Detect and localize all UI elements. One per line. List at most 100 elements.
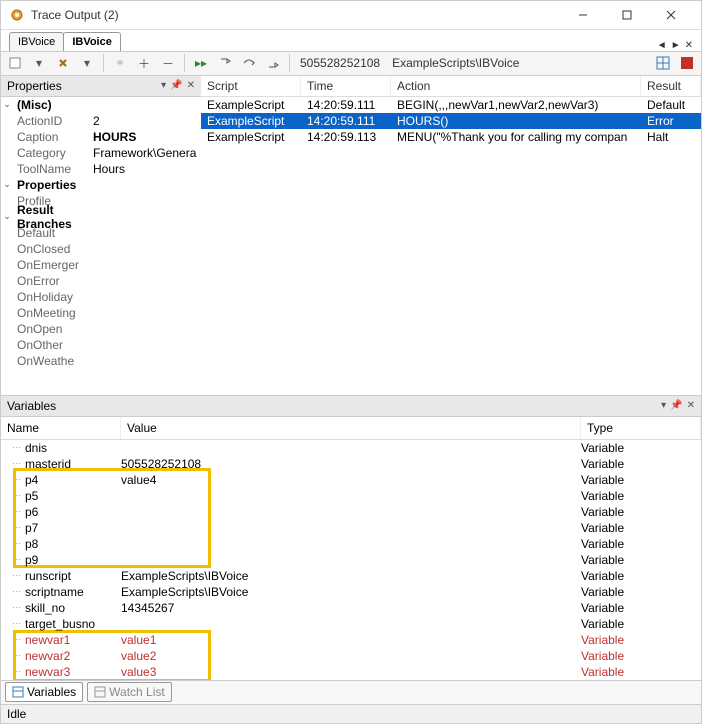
trace-time: 14:20:59.113	[301, 130, 391, 144]
variables-header: Variables ▾ 📌 ✕	[1, 396, 701, 417]
col-type[interactable]: Type	[581, 417, 701, 439]
tab-nav-right-icon[interactable]: ►	[671, 40, 681, 51]
trace-result: Default	[641, 98, 701, 112]
variables-columns: Name Value Type	[1, 417, 701, 440]
expand-icon[interactable]: ⌄	[1, 179, 13, 190]
property-row[interactable]: ToolNameHours	[1, 161, 201, 177]
col-action[interactable]: Action	[391, 76, 641, 96]
panel-close-icon[interactable]: ✕	[687, 400, 695, 411]
trace-script: ExampleScript	[201, 114, 301, 128]
col-time[interactable]: Time	[301, 76, 391, 96]
new-icon[interactable]	[5, 53, 25, 73]
property-row[interactable]: OnWeathe	[1, 353, 201, 369]
tab-watch-list[interactable]: Watch List	[87, 682, 172, 702]
trace-action: MENU("%Thank you for calling my compan	[391, 130, 641, 144]
panel-dropdown-icon[interactable]: ▾	[161, 80, 166, 91]
property-key: OnHoliday	[13, 290, 93, 304]
trace-row[interactable]: ExampleScript14:20:59.111BEGIN(,,,newVar…	[201, 97, 701, 113]
variable-value: value1	[121, 633, 581, 647]
variable-row[interactable]: ⋯p5Variable	[1, 488, 701, 504]
tab-close-icon[interactable]: ✕	[685, 40, 693, 51]
pin-icon[interactable]: 📌	[670, 400, 682, 411]
step-out-icon[interactable]	[263, 53, 283, 73]
variable-row[interactable]: ⋯p4value4Variable	[1, 472, 701, 488]
property-row[interactable]: OnClosed	[1, 241, 201, 257]
variable-name: p4	[25, 473, 121, 487]
dropdown-icon[interactable]: ▾	[29, 53, 49, 73]
variable-row[interactable]: ⋯skill_no14345267Variable	[1, 600, 701, 616]
close-button[interactable]	[649, 1, 693, 29]
col-name[interactable]: Name	[1, 417, 121, 439]
variable-row[interactable]: ⋯p7Variable	[1, 520, 701, 536]
toolbar-separator	[184, 54, 185, 72]
property-row[interactable]: CategoryFramework\Genera	[1, 145, 201, 161]
trace-path: ExampleScripts\IBVoice	[388, 56, 523, 70]
step-into-icon[interactable]	[215, 53, 235, 73]
trace-row[interactable]: ExampleScript14:20:59.111HOURS()Error	[201, 113, 701, 129]
variable-row[interactable]: ⋯p6Variable	[1, 504, 701, 520]
col-value[interactable]: Value	[121, 417, 581, 439]
maximize-button[interactable]	[605, 1, 649, 29]
property-row[interactable]: OnHoliday	[1, 289, 201, 305]
minimize-button[interactable]	[561, 1, 605, 29]
property-row[interactable]: ActionID2	[1, 113, 201, 129]
property-row[interactable]: OnOther	[1, 337, 201, 353]
col-script[interactable]: Script	[201, 76, 301, 96]
tree-connector: ⋯	[1, 474, 25, 485]
tab-ibvoice-2[interactable]: IBVoice	[63, 32, 121, 51]
tree-connector: ⋯	[1, 570, 25, 581]
property-row[interactable]: Default	[1, 225, 201, 241]
tree-connector: ⋯	[1, 586, 25, 597]
variables-body[interactable]: ⋯dnisVariable⋯masterid505528252108Variab…	[1, 440, 701, 680]
property-row[interactable]: OnOpen	[1, 321, 201, 337]
variable-row[interactable]: ⋯scriptnameExampleScripts\IBVoiceVariabl…	[1, 584, 701, 600]
expand-icon[interactable]: ⌄	[1, 99, 13, 110]
dropdown2-icon[interactable]: ▾	[77, 53, 97, 73]
stop-button[interactable]	[677, 53, 697, 73]
variable-row[interactable]: ⋯newvar1value1Variable	[1, 632, 701, 648]
variable-row[interactable]: ⋯newvar2value2Variable	[1, 648, 701, 664]
properties-grid[interactable]: ⌄(Misc)ActionID2CaptionHOURSCategoryFram…	[1, 97, 201, 395]
tools-icon[interactable]	[53, 53, 73, 73]
variable-type: Variable	[581, 633, 701, 647]
property-row[interactable]: OnEmerger	[1, 257, 201, 273]
trace-body[interactable]: ExampleScript14:20:59.111BEGIN(,,,newVar…	[201, 97, 701, 145]
tab-variables[interactable]: Variables	[5, 682, 83, 702]
grid-icon[interactable]	[653, 53, 673, 73]
property-group[interactable]: (Misc)	[13, 98, 93, 112]
trace-row[interactable]: ExampleScript14:20:59.113MENU("%Thank yo…	[201, 129, 701, 145]
variable-name: target_busno	[25, 617, 121, 631]
pin-icon[interactable]: 📌	[170, 80, 182, 91]
toolbar-separator	[289, 54, 290, 72]
variable-row[interactable]: ⋯p8Variable	[1, 536, 701, 552]
property-group[interactable]: Properties	[13, 178, 93, 192]
variable-row[interactable]: ⋯newvar3value3Variable	[1, 664, 701, 680]
step-over-icon[interactable]	[239, 53, 259, 73]
variable-name: p7	[25, 521, 121, 535]
property-row[interactable]: CaptionHOURS	[1, 129, 201, 145]
variable-type: Variable	[581, 537, 701, 551]
properties-header: Properties ▾ 📌 ✕	[1, 76, 201, 97]
tab-nav-left-icon[interactable]: ◄	[657, 40, 667, 51]
link-icon[interactable]: ⚭	[110, 53, 130, 73]
col-result[interactable]: Result	[641, 76, 701, 96]
panel-dropdown-icon[interactable]: ▾	[661, 400, 666, 411]
property-row[interactable]: OnMeeting	[1, 305, 201, 321]
variable-type: Variable	[581, 441, 701, 455]
tab-ibvoice-1[interactable]: IBVoice	[9, 32, 64, 51]
remove-button[interactable]: －	[158, 53, 178, 73]
expand-icon[interactable]: ⌄	[1, 211, 13, 222]
panel-close-icon[interactable]: ✕	[187, 80, 195, 91]
property-row[interactable]: OnError	[1, 273, 201, 289]
variable-row[interactable]: ⋯p9Variable	[1, 552, 701, 568]
variable-row[interactable]: ⋯target_busnoVariable	[1, 616, 701, 632]
variable-row[interactable]: ⋯runscriptExampleScripts\IBVoiceVariable	[1, 568, 701, 584]
variable-type: Variable	[581, 457, 701, 471]
variable-value: value2	[121, 649, 581, 663]
add-button[interactable]: ＋	[134, 53, 154, 73]
property-key: OnMeeting	[13, 306, 93, 320]
trace-result: Halt	[641, 130, 701, 144]
play-button[interactable]: ▸▸	[191, 53, 211, 73]
variable-row[interactable]: ⋯masterid505528252108Variable	[1, 456, 701, 472]
variable-row[interactable]: ⋯dnisVariable	[1, 440, 701, 456]
